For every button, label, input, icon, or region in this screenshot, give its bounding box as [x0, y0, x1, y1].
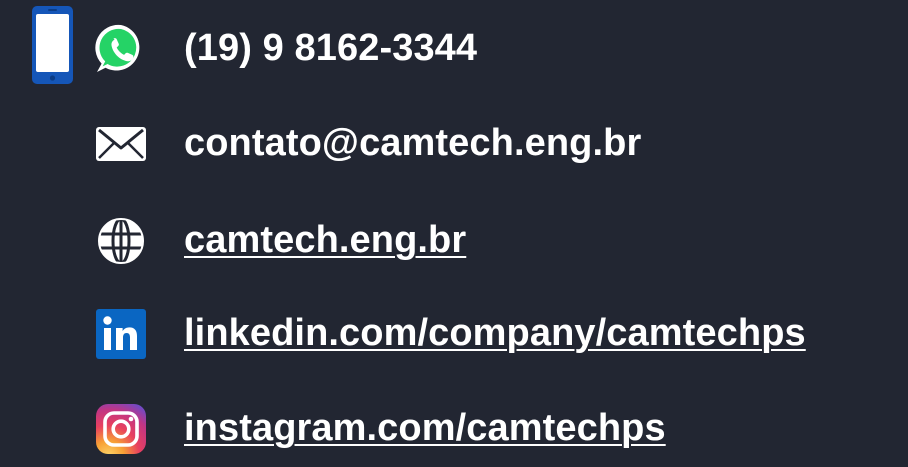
envelope-icon — [94, 117, 148, 171]
contact-row-website: camtech.eng.br — [0, 212, 908, 272]
email-address[interactable]: contato@camtech.eng.br — [184, 119, 641, 167]
whatsapp-icon — [94, 22, 148, 76]
contact-row-linkedin: linkedin.com/company/camtechps — [0, 305, 908, 365]
linkedin-link[interactable]: linkedin.com/company/camtechps — [184, 309, 806, 357]
contact-row-instagram: instagram.com/camtechps — [0, 400, 908, 460]
contact-row-email: contato@camtech.eng.br — [0, 115, 908, 175]
contact-row-phone: (19) 9 8162-3344 — [0, 20, 908, 80]
website-link[interactable]: camtech.eng.br — [184, 216, 466, 264]
instagram-icon — [94, 402, 148, 456]
phone-number[interactable]: (19) 9 8162-3344 — [184, 24, 477, 72]
globe-icon — [94, 214, 148, 268]
linkedin-icon — [94, 307, 148, 361]
instagram-link[interactable]: instagram.com/camtechps — [184, 404, 666, 452]
